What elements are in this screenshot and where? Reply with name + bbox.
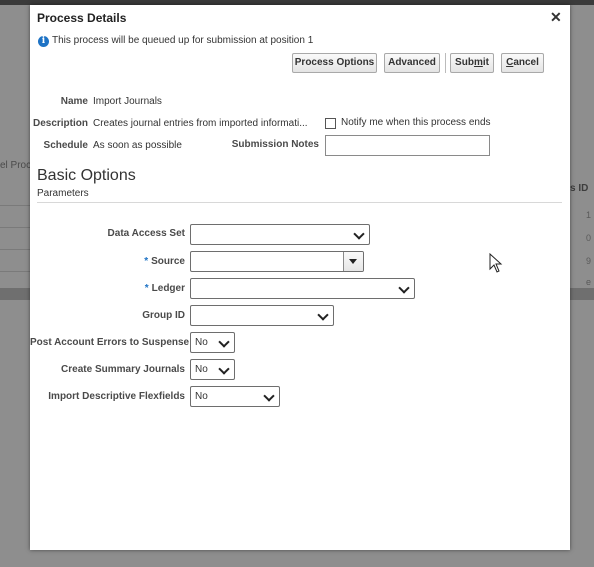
source-label-text: Source xyxy=(151,256,185,267)
background-cell: 9 xyxy=(585,256,591,266)
name-label: Name xyxy=(60,96,88,107)
schedule-label: Schedule xyxy=(43,140,88,151)
background-column-label: el Proc xyxy=(0,160,30,171)
background-cell: 1 xyxy=(585,210,591,220)
button-separator xyxy=(445,53,446,73)
background-row-line xyxy=(0,227,30,228)
section-divider xyxy=(37,202,562,203)
advanced-button[interactable]: Advanced xyxy=(384,53,440,73)
create-summary-journals-value: No xyxy=(195,364,208,375)
info-icon: i xyxy=(38,36,49,47)
info-message: This process will be queued up for submi… xyxy=(52,35,314,46)
process-options-button[interactable]: Process Options xyxy=(292,53,377,73)
close-icon[interactable]: ✕ xyxy=(550,9,562,26)
import-descriptive-flexfields-select[interactable]: No xyxy=(190,386,280,407)
submission-notes-label: Submission Notes xyxy=(231,139,319,150)
group-id-label: Group ID xyxy=(142,310,185,321)
process-details-dialog: Process Details ✕ i This process will be… xyxy=(30,5,570,550)
chevron-down-icon xyxy=(218,336,230,348)
chevron-down-icon xyxy=(218,363,230,375)
notify-checkbox[interactable] xyxy=(325,118,336,129)
mouse-cursor-icon xyxy=(489,253,503,273)
source-dropdown-button[interactable] xyxy=(343,252,363,271)
ledger-select[interactable] xyxy=(190,278,415,299)
chevron-down-icon xyxy=(317,309,329,321)
background-cell: 0 xyxy=(585,233,591,243)
background-band xyxy=(570,288,594,300)
background-row-line xyxy=(0,249,30,250)
chevron-down-icon xyxy=(398,282,410,294)
background-column-header: s ID xyxy=(570,183,589,194)
import-descriptive-flexfields-label: Import Descriptive Flexfields xyxy=(48,391,185,402)
name-value: Import Journals xyxy=(93,96,162,107)
required-mark: * xyxy=(144,283,149,294)
ledger-label-text: Ledger xyxy=(151,283,185,294)
background-row-line xyxy=(0,205,30,206)
create-summary-journals-select[interactable]: No xyxy=(190,359,235,380)
data-access-set-label: Data Access Set xyxy=(107,228,185,239)
description-label: Description xyxy=(32,118,88,129)
cancel-button[interactable]: Cancel xyxy=(501,53,544,73)
basic-options-title: Basic Options xyxy=(37,167,136,184)
ledger-label: * Ledger xyxy=(30,283,185,294)
chevron-down-icon xyxy=(263,390,275,402)
create-summary-journals-label: Create Summary Journals xyxy=(61,364,185,375)
dialog-title: Process Details xyxy=(37,11,127,25)
dropdown-arrow-icon xyxy=(349,259,357,264)
required-mark: * xyxy=(144,256,149,267)
data-access-set-select[interactable] xyxy=(190,224,370,245)
background-row-line xyxy=(0,271,30,272)
submission-notes-input[interactable] xyxy=(325,135,490,156)
import-descriptive-flexfields-value: No xyxy=(195,391,208,402)
chevron-down-icon xyxy=(353,228,365,240)
source-label: * Source xyxy=(30,256,185,267)
submit-button[interactable]: Submit xyxy=(450,53,494,73)
schedule-value: As soon as possible xyxy=(93,140,182,151)
parameters-subtitle: Parameters xyxy=(37,188,89,199)
background-band xyxy=(0,288,30,300)
description-value: Creates journal entries from imported in… xyxy=(93,118,308,129)
background-cell: e xyxy=(585,277,591,287)
group-id-select[interactable] xyxy=(190,305,334,326)
source-combobox[interactable] xyxy=(190,251,364,272)
notify-checkbox-label: Notify me when this process ends xyxy=(341,117,491,128)
post-account-errors-value: No xyxy=(195,337,208,348)
post-account-errors-label: Post Account Errors to Suspense xyxy=(30,337,190,348)
post-account-errors-select[interactable]: No xyxy=(190,332,235,353)
